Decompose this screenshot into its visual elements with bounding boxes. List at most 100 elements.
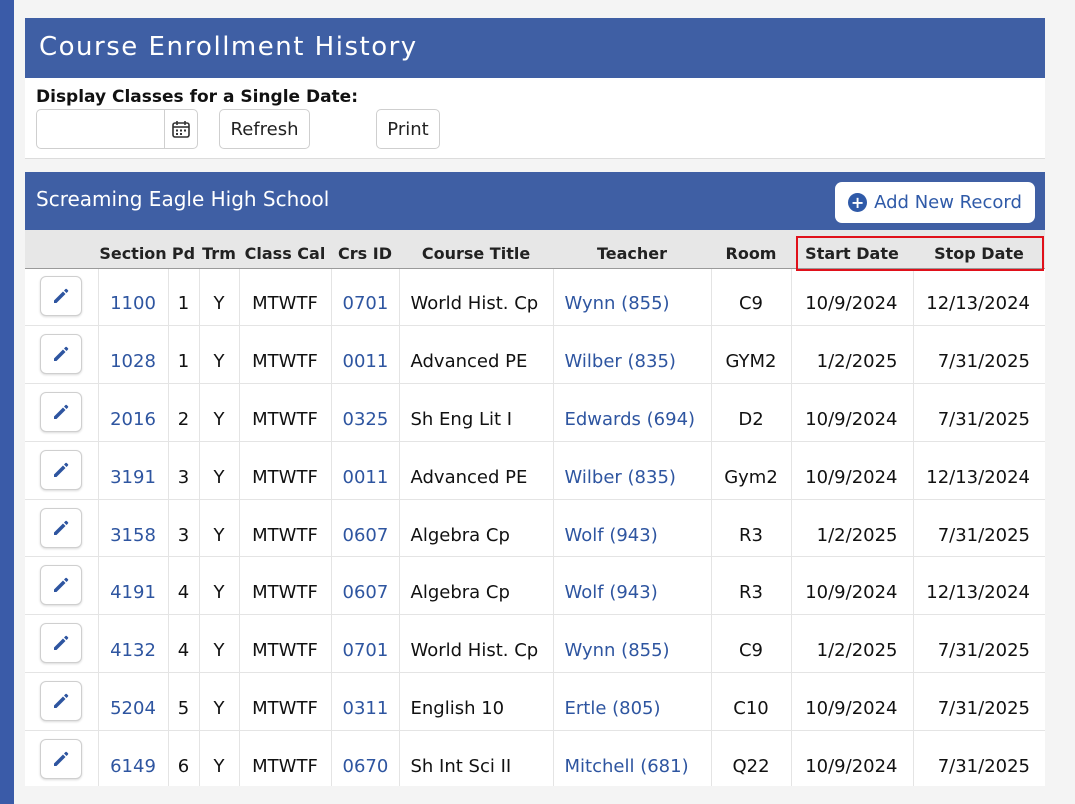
enrollment-table: Section Pd Trm Class Cal Crs ID Course T… (25, 230, 1045, 786)
teacher-link[interactable]: Wilber (835) (553, 325, 712, 385)
add-new-record-label: Add New Record (874, 192, 1022, 213)
course-id-link[interactable]: 0607 (331, 556, 400, 616)
edit-button[interactable] (40, 449, 83, 490)
section-link[interactable]: 2016 (98, 383, 169, 442)
edit-button[interactable] (40, 565, 83, 606)
period-cell: 6 (168, 730, 200, 786)
column-header-crs-id[interactable]: Crs ID (331, 230, 399, 269)
start-date-cell: 10/9/2024 (791, 556, 914, 616)
room-cell: D2 (711, 383, 792, 442)
table-row: 3158 3 Y MTWTF 0607 Algebra Cp Wolf (943) R3 1/2… (25, 499, 1045, 558)
edit-button[interactable] (40, 507, 83, 548)
column-header-course-title[interactable]: Course Title (399, 230, 553, 269)
course-title-cell: World Hist. Cp (399, 614, 554, 674)
course-title-cell: Algebra Cp (399, 499, 554, 558)
pencil-icon (54, 289, 69, 304)
stop-date-cell: 7/31/2025 (913, 383, 1045, 442)
refresh-button[interactable]: Refresh (219, 109, 310, 149)
class-cal-cell: MTWTF (239, 672, 332, 731)
teacher-link[interactable]: Mitchell (681) (553, 730, 712, 786)
column-header-class-cal[interactable]: Class Cal (239, 230, 331, 269)
stop-date-cell: 12/13/2024 (913, 268, 1045, 327)
course-id-link[interactable]: 0701 (331, 268, 400, 327)
teacher-link[interactable]: Wilber (835) (553, 441, 712, 500)
teacher-link[interactable]: Wolf (943) (553, 499, 712, 558)
stop-date-cell: 7/31/2025 (913, 325, 1045, 385)
table-row: 2016 2 Y MTWTF 0325 Sh Eng Lit I Edwards (694)… (25, 383, 1045, 442)
edit-button[interactable] (40, 391, 83, 432)
period-cell: 3 (168, 441, 200, 500)
course-id-link[interactable]: 0325 (331, 383, 400, 442)
room-cell: C9 (711, 614, 792, 674)
teacher-link[interactable]: Wynn (855) (553, 614, 712, 674)
course-id-link[interactable]: 0011 (331, 441, 400, 500)
room-cell: C9 (711, 268, 792, 327)
calendar-button[interactable] (164, 110, 197, 148)
class-cal-cell: MTWTF (239, 614, 332, 674)
term-cell: Y (199, 325, 240, 385)
column-header-teacher[interactable]: Teacher (553, 230, 711, 269)
course-title-cell: Advanced PE (399, 325, 554, 385)
period-cell: 3 (168, 499, 200, 558)
section-link[interactable]: 3191 (98, 441, 169, 500)
edit-button[interactable] (40, 276, 83, 317)
edit-button[interactable] (40, 623, 83, 664)
column-header-start-date[interactable]: Start Date (791, 230, 913, 269)
column-header-section[interactable]: Section (98, 230, 168, 269)
section-link[interactable]: 1028 (98, 325, 169, 385)
left-accent-strip (0, 0, 14, 804)
teacher-link[interactable]: Ertle (805) (553, 672, 712, 731)
edit-cell (25, 383, 99, 442)
teacher-link[interactable]: Wynn (855) (553, 268, 712, 327)
pencil-icon (54, 520, 69, 535)
term-cell: Y (199, 556, 240, 616)
course-id-link[interactable]: 0701 (331, 614, 400, 674)
column-header-room[interactable]: Room (711, 230, 791, 269)
class-cal-cell: MTWTF (239, 383, 332, 442)
edit-cell (25, 441, 99, 500)
date-input[interactable] (37, 110, 164, 148)
class-cal-cell: MTWTF (239, 499, 332, 558)
course-id-link[interactable]: 0011 (331, 325, 400, 385)
print-button[interactable]: Print (376, 109, 440, 149)
edit-cell (25, 325, 99, 385)
column-header-stop-date[interactable]: Stop Date (913, 230, 1045, 269)
room-cell: GYM2 (711, 325, 792, 385)
section-link[interactable]: 3158 (98, 499, 169, 558)
period-cell: 1 (168, 268, 200, 327)
room-cell: Gym2 (711, 441, 792, 500)
start-date-cell: 1/2/2025 (791, 499, 914, 558)
add-new-record-button[interactable]: + Add New Record (835, 182, 1035, 223)
period-cell: 2 (168, 383, 200, 442)
section-link[interactable]: 1100 (98, 268, 169, 327)
edit-button[interactable] (40, 334, 83, 375)
section-link[interactable]: 4191 (98, 556, 169, 616)
section-link[interactable]: 5204 (98, 672, 169, 731)
edit-button[interactable] (40, 738, 83, 779)
table-row: 1028 1 Y MTWTF 0011 Advanced PE Wilber (835) GY… (25, 325, 1045, 385)
class-cal-cell: MTWTF (239, 556, 332, 616)
course-id-link[interactable]: 0607 (331, 499, 400, 558)
teacher-link[interactable]: Edwards (694) (553, 383, 712, 442)
table-row: 5204 5 Y MTWTF 0311 English 10 Ertle (805) C10 1… (25, 672, 1045, 731)
edit-button[interactable] (40, 680, 83, 721)
stop-date-cell: 12/13/2024 (913, 556, 1045, 616)
section-link[interactable]: 4132 (98, 614, 169, 674)
teacher-link[interactable]: Wolf (943) (553, 556, 712, 616)
column-header-trm[interactable]: Trm (199, 230, 239, 269)
table-row: 6149 6 Y MTWTF 0670 Sh Int Sci II Mitchell (68… (25, 730, 1045, 786)
start-date-cell: 1/2/2025 (791, 614, 914, 674)
edit-cell (25, 672, 99, 731)
school-name: Screaming Eagle High School (36, 187, 330, 211)
pencil-icon (54, 635, 69, 651)
section-link[interactable]: 6149 (98, 730, 169, 786)
period-cell: 1 (168, 325, 200, 385)
column-header-edit (25, 230, 98, 269)
course-id-link[interactable]: 0311 (331, 672, 400, 731)
school-header: Screaming Eagle High School + Add New Re… (25, 172, 1045, 230)
term-cell: Y (199, 441, 240, 500)
course-id-link[interactable]: 0670 (331, 730, 400, 786)
room-cell: R3 (711, 556, 792, 616)
stop-date-cell: 7/31/2025 (913, 614, 1045, 674)
column-header-pd[interactable]: Pd (168, 230, 199, 269)
